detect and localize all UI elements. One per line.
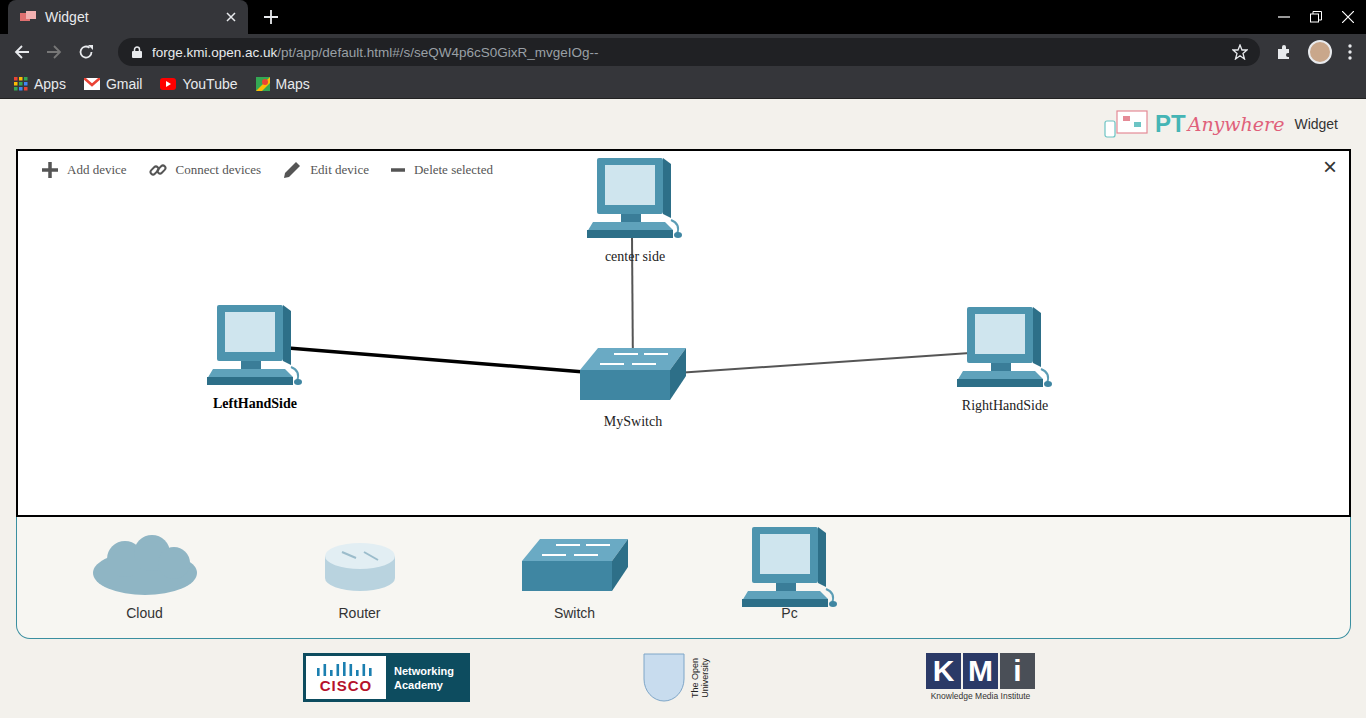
kmi-letter: K [926, 653, 961, 689]
kmi-name: Knowledge Media Institute [931, 691, 1031, 701]
bookmark-label: Apps [34, 76, 66, 92]
bookmark-label: Gmail [106, 76, 143, 92]
footer-logos: CISCO NetworkingAcademy The OpenUniversi… [16, 639, 1351, 703]
browser-window: Widget forge.kmi.open.ac.uk/pt/app/defau… [0, 0, 1366, 718]
pc-icon [585, 156, 685, 241]
network-node[interactable]: LeftHandSide [185, 303, 325, 414]
brand-label: Widget [1294, 116, 1338, 132]
browser-tab[interactable]: Widget [8, 0, 248, 34]
pc-icon [205, 303, 305, 388]
bookmark[interactable]: Gmail [84, 76, 143, 92]
brand-pt: PT [1155, 110, 1186, 138]
close-tab-icon[interactable] [226, 12, 236, 22]
ou-text-line: University [700, 658, 710, 698]
network-node[interactable]: MySwitch [563, 346, 703, 432]
toolbar: Add device Connect devices Edit device D… [42, 161, 493, 179]
address-bar[interactable]: forge.kmi.open.ac.uk/pt/app/default.html… [118, 38, 1260, 66]
palette-item[interactable]: Pc [682, 517, 897, 638]
network-canvas[interactable]: Add device Connect devices Edit device D… [16, 149, 1351, 517]
bookmark-star-icon[interactable] [1232, 44, 1248, 60]
ptanywhere-logo-icon [1103, 109, 1149, 139]
cisco-word: CISCO [320, 678, 373, 694]
menu-icon[interactable] [1348, 44, 1352, 60]
back-icon[interactable] [14, 44, 30, 60]
node-label: center side [605, 247, 665, 267]
ou-text-line: The Open [690, 658, 700, 698]
palette-label: Router [338, 605, 380, 621]
tab-title: Widget [45, 9, 217, 25]
switch-icon [520, 537, 630, 597]
cisco-bars-icon [316, 662, 376, 676]
window-controls [1278, 0, 1366, 34]
plus-icon [42, 162, 58, 178]
node-label: RightHandSide [962, 396, 1048, 416]
close-button[interactable]: × [1323, 153, 1337, 181]
forward-icon [46, 44, 62, 60]
bookmark-label: Maps [276, 76, 310, 92]
palette-label: Pc [781, 605, 797, 621]
url-text: forge.kmi.open.ac.uk/pt/app/default.html… [152, 45, 1222, 60]
toolbar-action[interactable]: Delete selected [391, 162, 493, 178]
page-content: PT Anywhere Widget Add device Connect de… [0, 99, 1366, 718]
favicon-icon [20, 11, 36, 23]
bookmark[interactable]: Apps [14, 76, 66, 92]
gmail-icon [84, 78, 100, 90]
router-icon [320, 540, 400, 595]
reload-icon[interactable] [78, 44, 94, 60]
minus-icon [391, 163, 405, 177]
network-node[interactable]: RightHandSide [935, 305, 1075, 416]
bookmark-label: YouTube [182, 76, 237, 92]
bookmark[interactable]: YouTube [160, 76, 237, 92]
extensions-icon[interactable] [1276, 44, 1292, 60]
switch-icon [578, 346, 688, 406]
palette-label: Switch [554, 605, 595, 621]
youtube-icon [160, 78, 176, 90]
apps-grid-icon [14, 77, 28, 91]
node-label: LeftHandSide [213, 394, 297, 414]
palette-item[interactable]: Cloud [37, 517, 252, 638]
palette-item[interactable]: Switch [467, 517, 682, 638]
kmi-letter: i [1000, 653, 1035, 689]
bookmarks-bar: Apps Gmail YouTube Maps [0, 70, 1366, 99]
kmi-logo[interactable]: KMi Knowledge Media Institute [926, 653, 1035, 703]
cisco-program-line: Networking [394, 664, 469, 678]
tab-bar: Widget [0, 0, 1366, 34]
ou-shield-icon [643, 653, 685, 703]
brand-anywhere: Anywhere [1188, 113, 1285, 135]
cisco-logo[interactable]: CISCO NetworkingAcademy [303, 653, 470, 702]
palette-item[interactable]: Router [252, 517, 467, 638]
action-label: Delete selected [414, 162, 493, 178]
cisco-program-line: Academy [394, 678, 469, 692]
navigation-bar: forge.kmi.open.ac.uk/pt/app/default.html… [0, 34, 1366, 70]
page-header: PT Anywhere Widget [16, 99, 1351, 149]
network-node[interactable]: center side [565, 156, 705, 267]
toolbar-action[interactable]: Connect devices [149, 161, 262, 179]
action-label: Connect devices [176, 162, 262, 178]
bookmark[interactable]: Maps [256, 76, 310, 92]
device-palette: Cloud Router Switch Pc [16, 517, 1351, 639]
node-label: MySwitch [604, 412, 662, 432]
link-icon [149, 161, 167, 179]
minimize-icon[interactable] [1278, 11, 1290, 23]
action-label: Add device [67, 162, 127, 178]
pc-icon [740, 525, 840, 610]
open-university-logo[interactable]: The OpenUniversity [643, 653, 725, 703]
palette-label: Cloud [126, 605, 163, 621]
maps-icon [256, 77, 270, 91]
restore-icon[interactable] [1310, 11, 1322, 23]
toolbar-action[interactable]: Add device [42, 162, 127, 178]
close-window-icon[interactable] [1342, 11, 1354, 23]
new-tab-icon[interactable] [264, 10, 278, 24]
toolbar-action[interactable]: Edit device [283, 161, 369, 179]
pencil-icon [283, 161, 301, 179]
pc-icon [955, 305, 1055, 390]
cloud-icon [90, 535, 200, 600]
profile-avatar[interactable] [1308, 40, 1332, 64]
lock-icon [132, 46, 142, 58]
kmi-letter: M [963, 653, 998, 689]
action-label: Edit device [310, 162, 369, 178]
